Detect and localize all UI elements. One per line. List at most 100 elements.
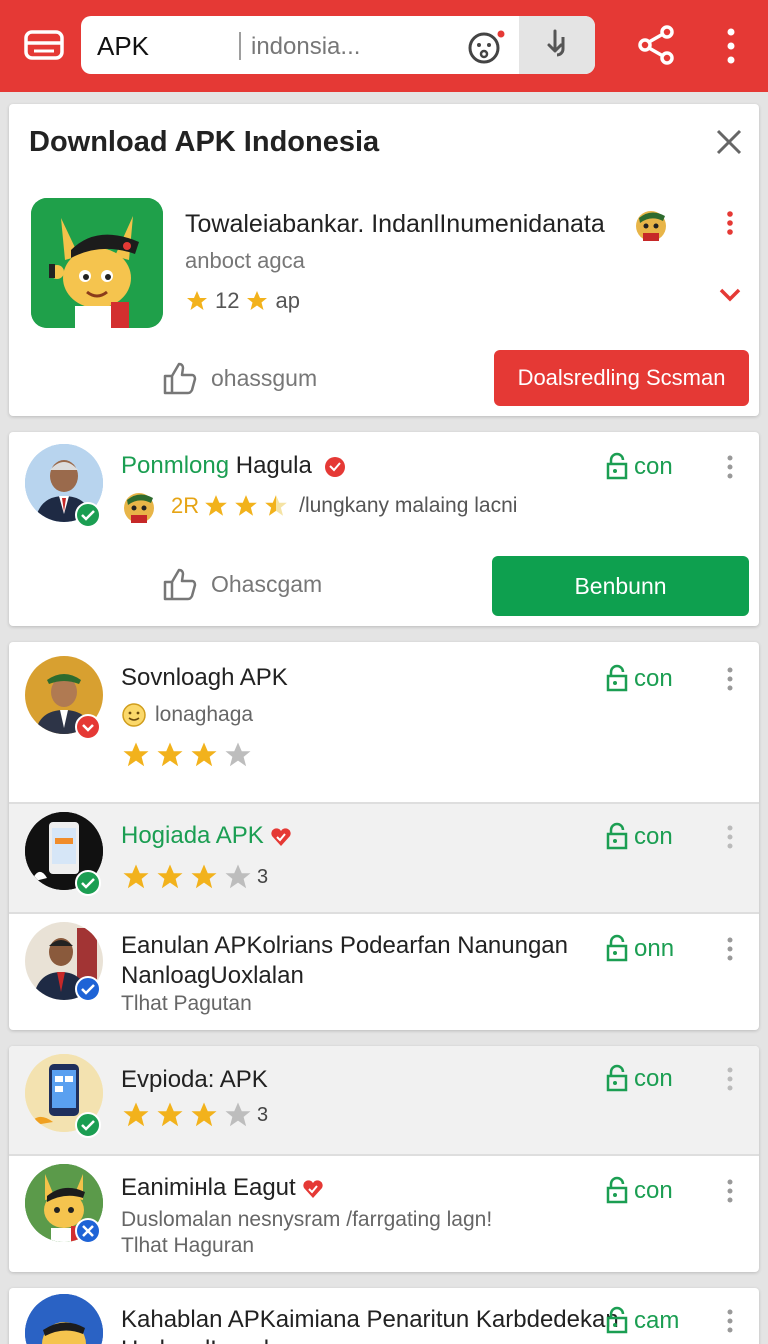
app-title-text: Eanimінla Eagut: [121, 1174, 296, 1201]
menu-icon[interactable]: [22, 26, 66, 64]
more-vert-icon[interactable]: [725, 1066, 735, 1092]
app-meta: /lungkany malaing lacni: [299, 494, 518, 517]
star-count: 3: [257, 865, 269, 888]
list-item[interactable]: Sovnloagh APK lonaghaga con: [9, 642, 759, 802]
list-item[interactable]: Hogiada APK 3 con: [9, 804, 759, 912]
app-subtitle: Tlhat Pagutan: [121, 992, 252, 1015]
app-name[interactable]: Towaleiabankar. IndanlInumenidanata: [185, 210, 605, 239]
app-title-line2[interactable]: NanloagUoxlalan: [121, 962, 304, 990]
star-icon: [247, 291, 268, 310]
app-title[interactable]: Hogiada APK: [121, 822, 292, 850]
app-subtitle-row: lonaghaga: [121, 702, 253, 728]
open-link[interactable]: onn: [604, 934, 674, 964]
verified-badge-icon: [75, 502, 101, 528]
app-title-highlight: Ponmlong: [121, 452, 230, 479]
app-subtitle-line2: Tlhat Haguran: [121, 1234, 255, 1257]
list-item[interactable]: Eanimінla Eagut Duslomalan nesnysram /fa…: [9, 1156, 759, 1272]
open-link[interactable]: con: [604, 452, 673, 482]
star-rating: [121, 740, 253, 770]
app-title[interactable]: Evpioda: APK: [121, 1066, 268, 1094]
app-list-card: Evpioda: APK 3 con Eanimінla Eagut Duslo…: [9, 1046, 759, 1272]
more-vert-icon[interactable]: [725, 1178, 735, 1204]
thumbs-up-icon: [163, 568, 197, 601]
app-title[interactable]: Ponmlong Hagula: [121, 452, 346, 480]
like-button[interactable]: ohassgum: [161, 360, 317, 396]
more-vert-icon[interactable]: [725, 1308, 735, 1334]
star-icon: [191, 864, 217, 889]
download-button[interactable]: [519, 16, 595, 74]
list-item[interactable]: Eanulan APKolrians Podearfan Nanungan Na…: [9, 914, 759, 1030]
share-icon[interactable]: [636, 24, 676, 66]
lock-icon: [606, 934, 628, 962]
close-icon[interactable]: [713, 126, 745, 158]
lock-icon: [606, 452, 628, 480]
download-app-button[interactable]: Doalsredling Scsman: [494, 350, 749, 406]
list-item[interactable]: Kahablan APKaimiana Penaritun Karbdedeka…: [9, 1288, 759, 1344]
app-list-card: Kahablan APKaimiana Penaritun Karbdedeka…: [9, 1288, 759, 1344]
face-icon[interactable]: [467, 28, 505, 66]
heart-badge-icon: [271, 828, 292, 846]
search-field[interactable]: APK indonsia...: [81, 16, 437, 74]
verified-badge-icon: [75, 1218, 101, 1244]
star-icon: [123, 864, 149, 889]
open-link[interactable]: con: [604, 822, 673, 852]
app-icon[interactable]: [31, 198, 163, 328]
featured-card: Download APK Indonesia Towaleiabankar. I…: [9, 104, 759, 416]
heart-badge-icon: [325, 456, 346, 477]
like-button[interactable]: Ohascgam: [161, 566, 322, 602]
more-vert-icon[interactable]: [725, 936, 735, 962]
app-title[interactable]: Eanimінla Eagut: [121, 1174, 324, 1202]
heart-badge-icon: [303, 1180, 324, 1198]
more-vert-icon[interactable]: [723, 210, 737, 236]
app-title-text: Hogiada APK: [121, 822, 264, 849]
rating-value: 12: [215, 288, 240, 313]
like-label: Ohascgam: [211, 570, 323, 597]
more-icon[interactable]: [718, 26, 744, 66]
featured-title: Download APK Indonesia: [29, 126, 380, 158]
star-icon: [157, 1102, 183, 1127]
chevron-down-icon[interactable]: [719, 288, 741, 302]
app-title-line2[interactable]: HorlnoglLonalan: [121, 1336, 296, 1344]
app-subtitle: lonaghaga: [155, 703, 254, 726]
star-icon: [157, 742, 183, 767]
lock-icon: [606, 822, 628, 850]
open-link[interactable]: con: [604, 1176, 673, 1206]
like-label: ohassgum: [211, 364, 318, 391]
star-icon: [235, 495, 257, 516]
app-title-rest: Hagula: [235, 452, 312, 479]
lock-icon: [606, 1064, 628, 1092]
download-icon: [547, 29, 565, 57]
star-icon: [205, 495, 227, 516]
open-link[interactable]: con: [604, 664, 673, 694]
star-rating: 3: [121, 1100, 268, 1130]
star-count: 3: [257, 1103, 269, 1126]
search-bar[interactable]: APK indonsia...: [81, 16, 595, 74]
search-divider: [239, 32, 241, 60]
star-icon: [191, 742, 217, 767]
open-link[interactable]: con: [604, 1064, 673, 1094]
more-vert-icon[interactable]: [725, 824, 735, 850]
open-link-label: onn: [634, 935, 675, 962]
star-icon: [157, 864, 183, 889]
app-subtitle: anboct agca: [185, 248, 305, 273]
app-title[interactable]: Eanulan APKolrians Podearfan Nanungan: [121, 932, 568, 960]
list-item[interactable]: Evpioda: APK 3 con: [9, 1046, 759, 1154]
app-rating: 2R /lungkany malaing lacni: [121, 488, 517, 524]
app-title[interactable]: Sovnloagh APK: [121, 664, 288, 692]
mascot-badge-icon: [633, 206, 669, 242]
more-vert-icon[interactable]: [725, 454, 735, 480]
star-icon: [187, 291, 207, 310]
star-icon: [123, 1102, 149, 1127]
app-title[interactable]: Kahablan APKaimiana Penaritun Karbdedeka…: [121, 1306, 619, 1334]
search-prefix: APK: [97, 31, 150, 61]
more-vert-icon[interactable]: [725, 666, 735, 692]
star-half-icon: [265, 495, 287, 516]
verified-badge-icon: [75, 976, 101, 1002]
avatar[interactable]: [25, 1294, 103, 1344]
open-link[interactable]: cam: [604, 1306, 679, 1336]
search-input[interactable]: indonsia...: [251, 33, 360, 61]
open-link-label: cam: [634, 1307, 680, 1334]
download-app-button[interactable]: Benbunn: [492, 556, 749, 616]
app-list-card: Sovnloagh APK lonaghaga con Hogiada APK: [9, 642, 759, 1030]
smile-icon: [122, 703, 146, 727]
